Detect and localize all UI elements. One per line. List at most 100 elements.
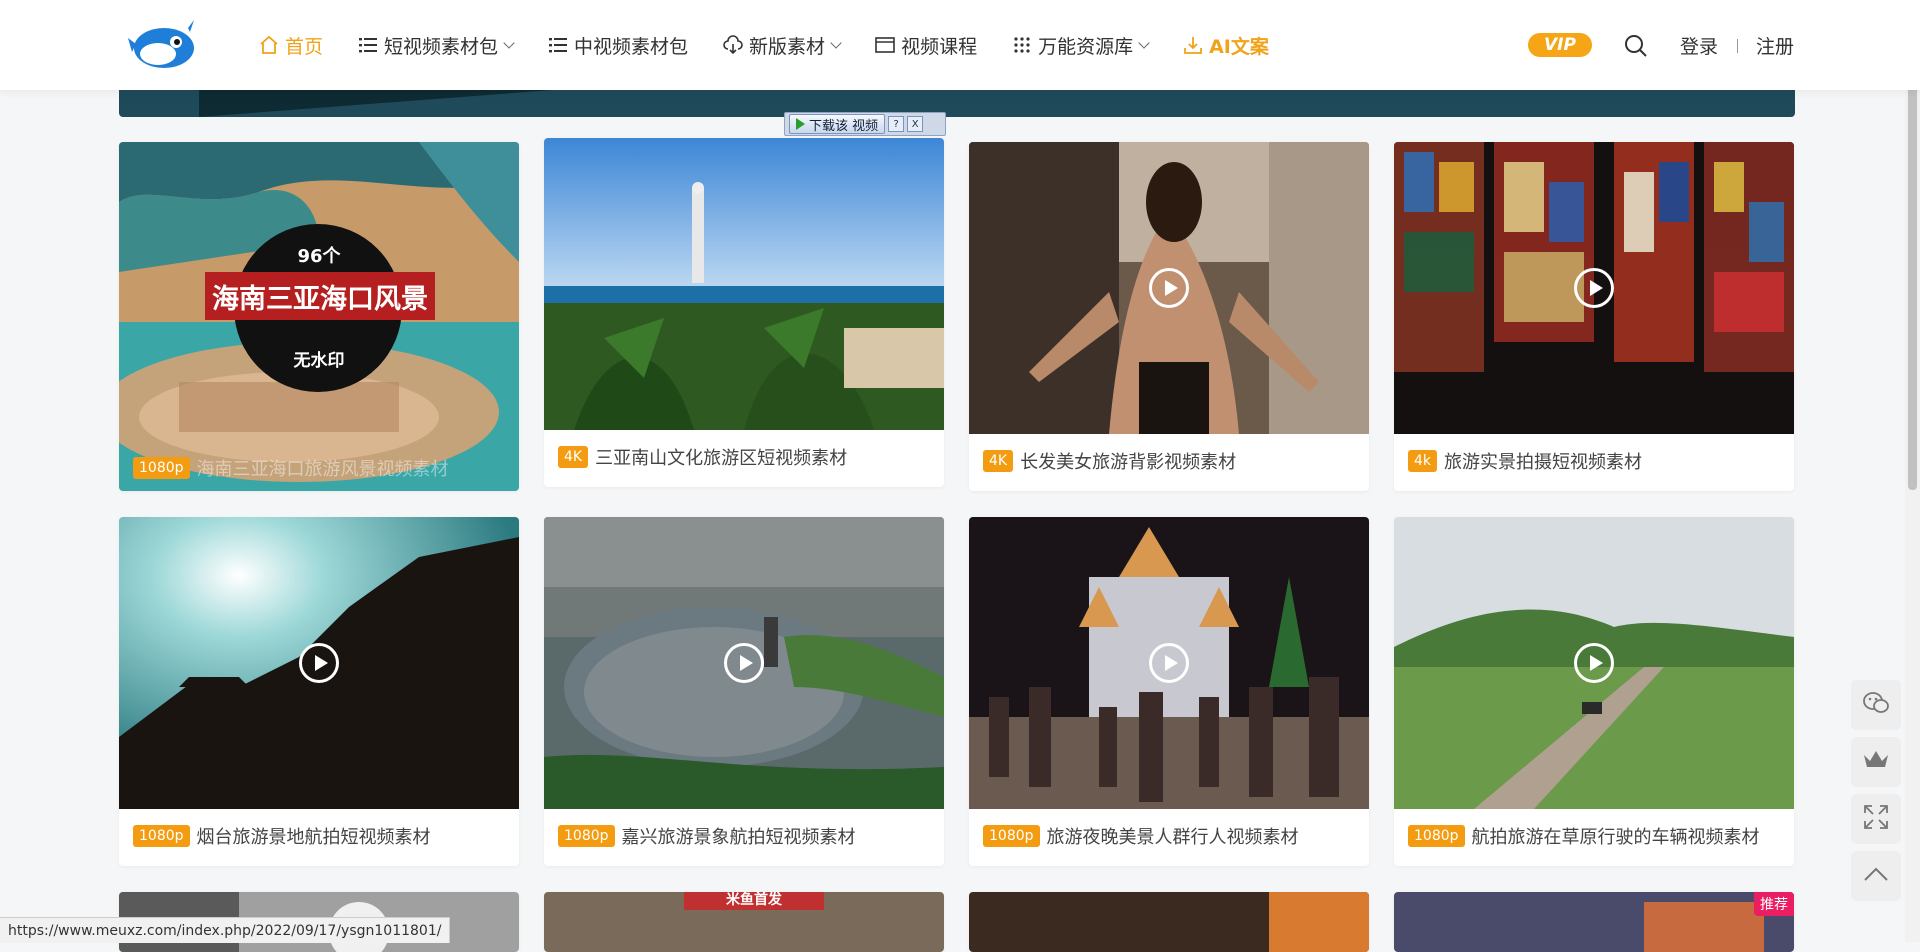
card-title-row[interactable]: 4K 长发美女旅游背影视频素材 [983,448,1359,474]
cover-count: 96个 [297,246,341,267]
chevron-down-icon [830,36,842,49]
cover-title: 海南三亚海口风景 [205,272,435,320]
video-card[interactable]: 96个 海南三亚海口风景 无水印 1080p 海南三亚海口旅游风景视频素材 [119,142,519,491]
video-thumbnail[interactable] [969,142,1369,434]
play-icon[interactable] [1149,643,1189,683]
card-title: 海南三亚海口旅游风景视频素材 [196,459,449,480]
video-card[interactable]: 4K 长发美女旅游背影视频素材 [969,142,1369,491]
grid-icon [1011,34,1033,56]
video-card[interactable]: 推荐 [1394,892,1794,952]
card-title: 旅游夜晚美景人群行人视频素材 [1046,827,1299,848]
scrollbar-thumb[interactable] [1908,40,1917,490]
video-card[interactable]: 1080p 旅游夜晚美景人群行人视频素材 [969,517,1369,866]
video-card[interactable]: 1080p 烟台旅游景地航拍短视频素材 [119,517,519,866]
close-icon[interactable]: X [907,116,924,132]
video-thumbnail[interactable] [544,138,944,430]
site-logo[interactable] [128,14,200,74]
play-icon[interactable] [299,643,339,683]
list-icon [357,34,379,56]
fullscreen-button[interactable] [1851,794,1901,844]
video-card[interactable]: 1080p 航拍旅游在草原行驶的车辆视频素材 [1394,517,1794,866]
card-cover-overlay: 96个 海南三亚海口风景 无水印 [119,142,519,491]
download-icon [1182,34,1204,56]
card-title: 烟台旅游景地航拍短视频素材 [196,827,431,848]
nav-item-new-material[interactable]: 新版素材 [722,0,842,90]
resolution-badge: 1080p [133,825,190,847]
play-icon[interactable] [1149,268,1189,308]
nav-label: 短视频素材包 [384,35,499,58]
nav-item-resource-library[interactable]: 万能资源库 [1011,0,1150,90]
fullscreen-icon [1863,804,1889,834]
nav-label: AI文案 [1209,35,1269,58]
login-link[interactable]: 登录 [1680,32,1718,59]
video-card[interactable]: 米鱼首发 [544,892,944,952]
wechat-icon [1862,690,1890,720]
chevron-down-icon [1138,36,1150,49]
wechat-button[interactable] [1851,680,1901,730]
nav-item-mid-video[interactable]: 中视频素材包 [547,0,688,90]
chevron-down-icon [503,36,515,49]
video-thumbnail[interactable] [544,517,944,809]
nav-item-ai-copy[interactable]: AI文案 [1182,0,1269,90]
play-icon[interactable] [1574,643,1614,683]
play-icon[interactable] [1574,268,1614,308]
resolution-badge: 4k [1408,450,1438,472]
video-card[interactable]: 4K 三亚南山文化旅游区短视频素材 [544,138,944,487]
vip-crown-button[interactable] [1851,737,1901,787]
resolution-badge: 1080p [983,825,1040,847]
resolution-badge: 4K [558,446,589,468]
nav-item-home[interactable]: 首页 [258,0,323,90]
chevron-up-icon [1863,866,1889,886]
resolution-badge: 1080p [558,825,615,847]
register-link[interactable]: 注册 [1756,32,1794,59]
card-title: 旅游实景拍摄短视频素材 [1444,452,1643,473]
help-icon[interactable]: ? [888,116,905,132]
video-card[interactable]: 1080p 嘉兴旅游景象航拍短视频素材 [544,517,944,866]
search-icon[interactable] [1623,33,1649,59]
card-title: 三亚南山文化旅游区短视频素材 [595,448,848,469]
card-title-row[interactable]: 4K 三亚南山文化旅游区短视频素材 [558,444,934,470]
card-title-row[interactable]: 1080p 海南三亚海口旅游风景视频素材 [133,455,449,481]
cloud-download-icon [722,34,744,56]
list-icon [547,34,569,56]
resolution-badge: 4K [983,450,1014,472]
card-title-row[interactable]: 1080p 嘉兴旅游景象航拍短视频素材 [558,823,934,849]
video-thumbnail[interactable] [1394,142,1794,434]
shop-sign: 米鱼首发 [726,892,782,908]
window-icon [874,34,896,56]
link-status-bar: https://www.meuxz.com/index.php/2022/09/… [0,917,451,943]
play-icon[interactable] [724,643,764,683]
main-nav: 首页 短视频素材包 中视频素材包 新版素材 视频课程 万能资源库 AI文案 [258,0,1303,90]
home-icon [258,34,280,56]
resolution-badge: 1080p [133,457,190,479]
card-title-row[interactable]: 1080p 航拍旅游在草原行驶的车辆视频素材 [1408,823,1784,849]
download-video-toolbar: 下载该 视频 ? X [784,112,946,136]
card-title: 长发美女旅游背影视频素材 [1020,452,1237,473]
video-card[interactable]: 4k 旅游实景拍摄短视频素材 [1394,142,1794,491]
cover-subtitle: 无水印 [293,351,345,371]
nav-label: 万能资源库 [1038,35,1134,58]
resolution-badge: 1080p [1408,825,1465,847]
card-title-row[interactable]: 1080p 旅游夜晚美景人群行人视频素材 [983,823,1359,849]
video-thumbnail[interactable] [1394,517,1794,809]
back-to-top-button[interactable] [1851,851,1901,901]
card-title-row[interactable]: 4k 旅游实景拍摄短视频素材 [1408,448,1784,474]
nav-label: 首页 [285,35,324,58]
nav-item-short-video[interactable]: 短视频素材包 [357,0,515,90]
nav-item-video-course[interactable]: 视频课程 [874,0,977,90]
nav-label: 中视频素材包 [574,35,689,58]
card-title: 航拍旅游在草原行驶的车辆视频素材 [1471,827,1760,848]
nav-label: 视频课程 [901,35,978,58]
video-thumbnail[interactable] [969,517,1369,809]
card-title: 嘉兴旅游景象航拍短视频素材 [621,827,856,848]
banner-strip[interactable] [119,88,1795,117]
vip-button[interactable]: VIP [1528,33,1592,57]
crown-icon [1862,749,1890,775]
site-header: 首页 短视频素材包 中视频素材包 新版素材 视频课程 万能资源库 AI文案 VI… [0,0,1920,90]
video-card[interactable] [969,892,1369,952]
card-title-row[interactable]: 1080p 烟台旅游景地航拍短视频素材 [133,823,509,849]
recommend-badge: 推荐 [1754,892,1794,916]
download-video-button[interactable]: 下载该 视频 [789,114,886,134]
nav-label: 新版素材 [749,35,826,58]
video-thumbnail[interactable] [119,517,519,809]
